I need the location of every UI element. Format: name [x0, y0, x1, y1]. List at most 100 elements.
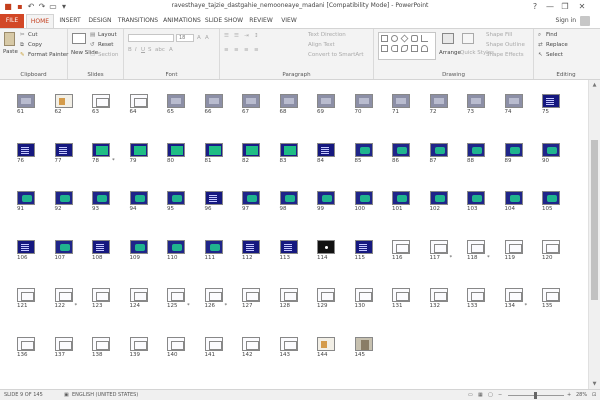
slide-thumbnail[interactable]: 78 * — [92, 142, 120, 167]
slide-thumbnail[interactable]: 120 — [542, 239, 570, 264]
slide-preview[interactable] — [279, 337, 298, 351]
help-button[interactable]: ? — [528, 0, 542, 14]
zoom-level[interactable]: 28% — [576, 391, 587, 400]
zoom-slider-handle[interactable] — [534, 392, 537, 399]
font-size-field[interactable]: 18 — [176, 34, 194, 42]
arrow-shape-icon[interactable] — [411, 45, 418, 52]
arc-shape-icon[interactable] — [421, 45, 428, 52]
slide-preview[interactable] — [17, 94, 35, 108]
slide-preview[interactable] — [242, 288, 260, 303]
slide-preview[interactable] — [17, 191, 35, 206]
font-shrink-icon[interactable]: A — [205, 34, 209, 42]
tab-file[interactable]: FILE — [0, 14, 24, 28]
avatar[interactable] — [580, 16, 590, 26]
slide-preview[interactable] — [54, 142, 73, 157]
slide-thumbnail[interactable]: 98 — [279, 191, 308, 215]
slide-preview[interactable] — [354, 288, 373, 303]
format-painter-icon[interactable]: ✎ — [20, 51, 25, 59]
shadow-icon[interactable]: S — [148, 46, 152, 54]
slide-sorter[interactable]: 61 62 63 64 65 66 67 68 69 70 71 72 73 74 75 76 77 78 * 79 8… — [0, 80, 588, 389]
new-slide-icon[interactable] — [72, 33, 86, 44]
slide-thumbnail[interactable]: 101 — [392, 191, 420, 215]
reset-icon[interactable]: ↺ — [90, 41, 95, 49]
justify-icon[interactable]: ≡ — [254, 46, 259, 54]
slide-preview[interactable] — [92, 94, 110, 108]
reading-view-icon[interactable]: ▢ — [488, 391, 493, 400]
slide-preview[interactable] — [129, 142, 148, 157]
slide-preview[interactable] — [279, 288, 298, 303]
slide-thumbnail[interactable]: 128 — [279, 288, 308, 312]
slide-thumbnail[interactable]: 74 — [504, 94, 533, 118]
select-icon[interactable]: ↖ — [538, 51, 543, 59]
font-grow-icon[interactable]: A — [197, 34, 201, 42]
slide-thumbnail[interactable]: 68 — [279, 94, 308, 118]
slide-thumbnail[interactable]: 134 * — [504, 288, 533, 312]
align-left-icon[interactable]: ≡ — [224, 46, 229, 54]
shape-outline-button[interactable]: Shape Outline — [486, 41, 525, 49]
slide-thumbnail[interactable]: 89 — [504, 142, 533, 167]
slide-preview[interactable] — [129, 94, 148, 108]
slide-thumbnail[interactable]: 67 — [242, 94, 270, 118]
slide-preview[interactable] — [317, 142, 335, 157]
slide-preview[interactable] — [504, 191, 523, 206]
rounded-rectangle-shape-icon[interactable] — [411, 35, 418, 42]
slide-preview[interactable] — [392, 142, 410, 157]
slide-thumbnail[interactable]: 141 — [204, 337, 233, 361]
slide-thumbnail[interactable]: 90 — [542, 142, 570, 167]
slide-thumbnail[interactable]: 86 — [392, 142, 420, 167]
layout-icon[interactable]: ▤ — [90, 31, 95, 39]
slide-thumbnail[interactable]: 70 — [354, 94, 383, 118]
slide-preview[interactable] — [279, 94, 298, 108]
slide-preview[interactable] — [129, 288, 148, 303]
slide-preview[interactable] — [204, 288, 223, 303]
slide-preview[interactable] — [467, 239, 485, 254]
replace-icon[interactable]: ⇄ — [538, 41, 543, 49]
scrollbar-thumb[interactable] — [591, 140, 598, 300]
underline-icon[interactable]: U — [141, 46, 145, 54]
convert-smartart-button[interactable]: Convert to SmartArt — [308, 51, 364, 59]
slide-thumbnail[interactable]: 117 * — [429, 239, 458, 264]
slide-preview[interactable] — [392, 288, 410, 303]
slide-preview[interactable] — [504, 142, 523, 157]
slide-preview[interactable] — [429, 288, 448, 303]
slide-thumbnail[interactable]: 84 — [317, 142, 345, 167]
slide-thumbnail[interactable]: 73 — [467, 94, 495, 118]
slide-preview[interactable] — [392, 191, 410, 206]
slide-thumbnail[interactable]: 121 — [17, 288, 45, 312]
slide-thumbnail[interactable]: 109 — [129, 239, 158, 264]
section-icon[interactable]: ▭ — [90, 51, 95, 59]
copy-icon[interactable]: ⧉ — [20, 41, 24, 49]
language-indicator[interactable]: ENGLISH (UNITED STATES) — [72, 391, 138, 400]
font-name-field[interactable] — [128, 34, 174, 42]
minimize-button[interactable]: — — [543, 0, 557, 14]
slide-thumbnail[interactable]: 116 — [392, 239, 420, 264]
line-spacing-icon[interactable]: ↕ — [254, 32, 259, 40]
fit-to-window-icon[interactable]: ⊡ — [592, 391, 596, 400]
slide-thumbnail[interactable]: 103 — [467, 191, 495, 215]
slide-preview[interactable] — [54, 191, 73, 206]
slide-thumbnail[interactable]: 85 — [354, 142, 383, 167]
italic-icon[interactable]: I — [135, 46, 137, 54]
slide-preview[interactable] — [279, 191, 298, 206]
align-text-button[interactable]: Align Text — [308, 41, 335, 49]
tab-design[interactable]: DESIGN — [86, 14, 114, 28]
text-direction-button[interactable]: Text Direction — [308, 31, 346, 39]
slide-preview[interactable] — [17, 239, 35, 254]
align-center-icon[interactable]: ≡ — [234, 46, 239, 54]
slide-preview[interactable] — [354, 239, 373, 254]
slide-preview[interactable] — [204, 191, 223, 206]
slide-preview[interactable] — [92, 191, 110, 206]
slide-thumbnail[interactable]: 142 — [242, 337, 270, 361]
slide-thumbnail[interactable]: 125 * — [167, 288, 195, 312]
slide-preview[interactable] — [92, 337, 110, 351]
slide-thumbnail[interactable]: 94 — [129, 191, 158, 215]
strikethrough-icon[interactable]: abc — [155, 46, 165, 54]
slide-preview[interactable] — [504, 288, 523, 303]
slide-thumbnail[interactable]: 97 — [242, 191, 270, 215]
layout-button[interactable]: Layout — [98, 31, 117, 39]
tab-slide-show[interactable]: SLIDE SHOW — [204, 14, 244, 28]
slide-thumbnail[interactable]: 138 — [92, 337, 120, 361]
slide-thumbnail[interactable]: 72 — [429, 94, 458, 118]
slide-preview[interactable] — [242, 239, 260, 254]
slide-thumbnail[interactable]: 64 — [129, 94, 158, 118]
